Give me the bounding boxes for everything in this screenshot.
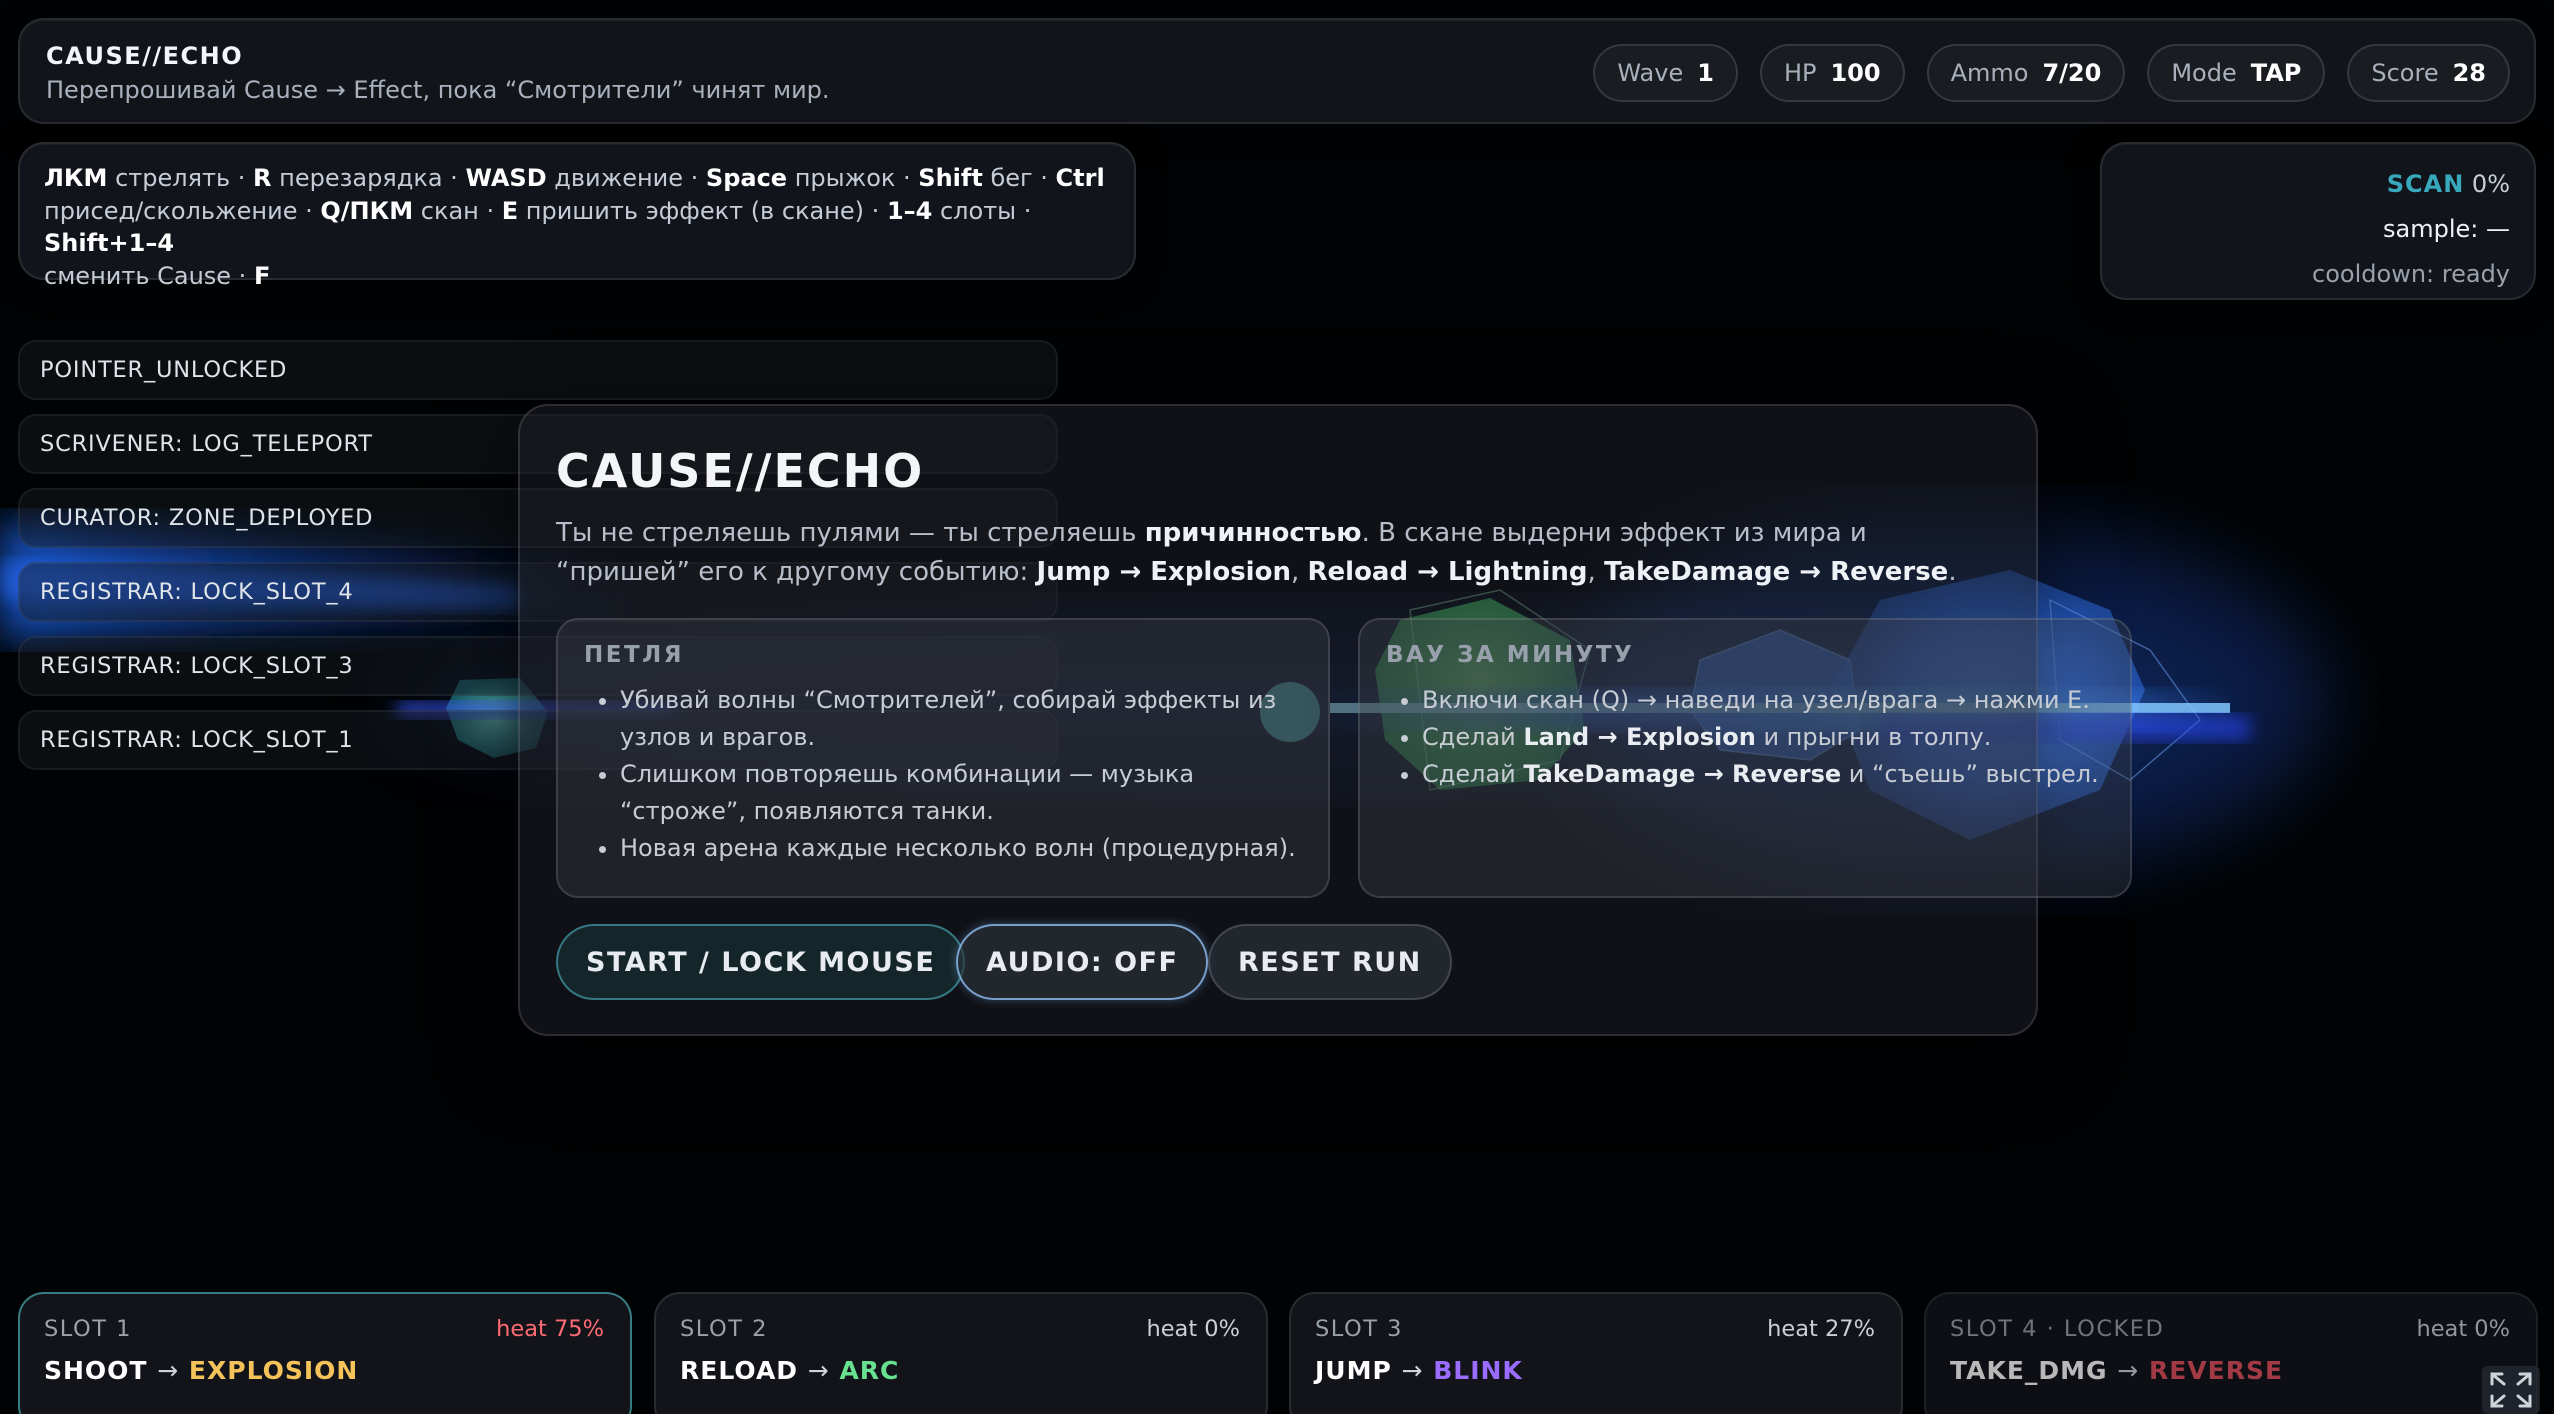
help-key: ЛКМ — [44, 164, 108, 192]
stats-row: Wave 1 HP 100 Ammo 7/20 Mode TAP Score 2… — [1593, 44, 2510, 102]
help-line-1: ЛКМ стрелять · R перезарядка · WASD движ… — [44, 162, 1110, 195]
stat-value: 7/20 — [2042, 59, 2102, 87]
wow-list: Включи скан (Q) → наведи на узел/врага →… — [1386, 682, 2104, 793]
slot-heat: heat 75% — [496, 1316, 604, 1342]
help-key: E — [501, 196, 519, 225]
help-key: Ctrl — [1055, 164, 1105, 192]
intro-overlay: CAUSE//ECHO Ты не стреляешь пулями — ты … — [518, 404, 2132, 1036]
stat-label: HP — [1783, 59, 1817, 87]
slot-cause: RELOAD — [680, 1356, 799, 1385]
help-text: скан · — [413, 196, 502, 225]
log-entry: POINTER_UNLOCKED — [18, 340, 1058, 400]
slot-mapping: SHOOT → EXPLOSION — [44, 1356, 358, 1385]
help-key: 1–4 — [886, 196, 933, 225]
stat-label: Ammo — [1950, 59, 2029, 87]
help-key: Shift — [918, 164, 983, 192]
help-key: R — [253, 164, 272, 192]
reset-run-button[interactable]: RESET RUN — [1208, 924, 1452, 1000]
game-title: CAUSE//ECHO — [46, 42, 244, 70]
slot-cause: TAKE_DMG — [1950, 1356, 2108, 1385]
top-hud-bar: CAUSE//ECHO Перепрошивай Cause → Effect,… — [18, 18, 2536, 124]
stat-value: TAP — [2250, 59, 2302, 87]
list-item: Сделай TakeDamage → Reverse и “съешь” вы… — [1422, 756, 2104, 793]
wow-card: ВАУ ЗА МИНУТУ Включи скан (Q) → наведи н… — [1358, 618, 2132, 898]
fullscreen-icon[interactable] — [2482, 1366, 2540, 1414]
slot-mapping: TAKE_DMG → REVERSE — [1950, 1356, 2283, 1385]
help-text: перезарядка · — [271, 164, 466, 192]
controls-help-panel: ЛКМ стрелять · R перезарядка · WASD движ… — [18, 142, 1136, 290]
slot-1[interactable]: SLOT 1 heat 75% SHOOT → EXPLOSION — [18, 1292, 632, 1414]
stat-label: Wave — [1617, 59, 1684, 87]
help-text: прыжок · — [787, 164, 919, 192]
help-text: бег · — [982, 164, 1056, 192]
overlay-title: CAUSE//ECHO — [556, 444, 925, 498]
help-text: стрелять · — [107, 164, 254, 192]
wow-card-title: ВАУ ЗА МИНУТУ — [1386, 642, 1635, 668]
scan-panel: SCAN 0% sample: — cooldown: ready — [2100, 142, 2536, 300]
stat-value: 1 — [1697, 59, 1714, 87]
help-key: Shift+1–4 — [44, 229, 175, 257]
loop-card: ПЕТЛЯ Убивай волны “Смотрителей”, собира… — [556, 618, 1330, 898]
stat-label: Score — [2371, 59, 2439, 87]
scan-cooldown: cooldown: ready — [2312, 260, 2510, 288]
help-key: WASD — [465, 164, 547, 192]
slot-heat: heat 0% — [1146, 1316, 1240, 1342]
list-item: Сделай Land → Explosion и прыгни в толпу… — [1422, 719, 2104, 756]
arrow-right-icon: → — [807, 1356, 830, 1385]
loop-list: Убивай волны “Смотрителей”, собирай эффе… — [584, 682, 1302, 867]
audio-toggle-button[interactable]: AUDIO: OFF — [956, 924, 1209, 1000]
stat-value: 28 — [2452, 59, 2486, 87]
loop-card-title: ПЕТЛЯ — [584, 642, 684, 668]
stat-score: Score 28 — [2347, 44, 2510, 102]
scan-label: SCAN — [2386, 170, 2465, 198]
stat-ammo: Ammo 7/20 — [1926, 44, 2126, 102]
list-item: Слишком повторяешь комбинации — музыка “… — [620, 756, 1302, 830]
stat-label: Mode — [2171, 59, 2237, 87]
help-key: F — [253, 261, 271, 290]
list-item: Включи скан (Q) → наведи на узел/врага →… — [1422, 682, 2104, 719]
help-key: Space — [705, 164, 788, 192]
stat-hp: HP 100 — [1759, 44, 1905, 102]
slot-effect: REVERSE — [2148, 1356, 2284, 1385]
list-item: Убивай волны “Смотрителей”, собирай эффе… — [620, 682, 1302, 756]
slot-mapping: RELOAD → ARC — [680, 1356, 899, 1385]
slot-cause: SHOOT — [44, 1356, 148, 1385]
slot-3[interactable]: SLOT 3 heat 27% JUMP → BLINK — [1289, 1292, 1903, 1414]
help-text: пришить эффект (в скане) · — [518, 196, 887, 225]
slot-4-locked[interactable]: SLOT 4 · LOCKED heat 0% TAKE_DMG → REVER… — [1924, 1292, 2538, 1414]
help-line-3: сменить Cause · F — [44, 260, 1110, 293]
scan-status: SCAN 0% — [2126, 162, 2510, 207]
stat-value: 100 — [1830, 59, 1881, 87]
slot-effect: BLINK — [1433, 1356, 1523, 1385]
arrow-right-icon: → — [1401, 1356, 1424, 1385]
help-key: Q/ПКМ — [320, 196, 414, 225]
slot-cause: JUMP — [1315, 1356, 1392, 1385]
scan-percent: 0% — [2471, 170, 2510, 198]
slot-heat: heat 0% — [2416, 1316, 2510, 1342]
slot-2[interactable]: SLOT 2 heat 0% RELOAD → ARC — [654, 1292, 1268, 1414]
slot-mapping: JUMP → BLINK — [1315, 1356, 1523, 1385]
stat-mode: Mode TAP — [2147, 44, 2326, 102]
game-subtitle: Перепрошивай Cause → Effect, пока “Смотр… — [46, 76, 830, 104]
help-line-2: присед/скольжение · Q/ПКМ скан · E приши… — [44, 195, 1110, 260]
help-text: слоты · — [932, 196, 1032, 225]
help-text: сменить Cause · — [44, 261, 254, 290]
arrow-right-icon: → — [157, 1356, 180, 1385]
list-item: Новая арена каждые несколько волн (проце… — [620, 830, 1302, 867]
stat-wave: Wave 1 — [1593, 44, 1738, 102]
slot-effect: EXPLOSION — [188, 1356, 359, 1385]
help-text: присед/скольжение · — [44, 196, 321, 225]
overlay-description: Ты не стреляешь пулями — ты стреляешь пр… — [556, 518, 1957, 587]
slot-effect: ARC — [839, 1356, 900, 1385]
arrow-right-icon: → — [2117, 1356, 2140, 1385]
slot-heat: heat 27% — [1767, 1316, 1875, 1342]
scan-sample: sample: — — [2383, 215, 2510, 243]
start-lock-mouse-button[interactable]: START / LOCK MOUSE — [556, 924, 966, 1000]
help-text: движение · — [546, 164, 706, 192]
